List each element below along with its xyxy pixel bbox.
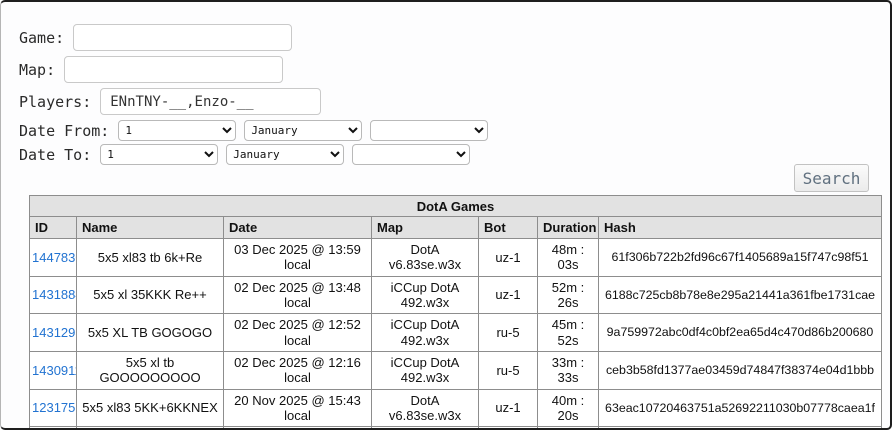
search-button[interactable]: Search (794, 164, 869, 192)
game-hash-cell: ceb3b58fd1377ae03459d74847f38374e04d1bbb (599, 351, 882, 389)
table-row: 1447830 5x5 xl83 tb 6k+Re 03 Dec 2025 @ … (30, 239, 882, 277)
map-field-row: Map: (19, 56, 890, 83)
game-duration-cell: 48m : 03s (538, 239, 599, 277)
col-header-duration: Duration (538, 217, 599, 239)
game-map-cell: iCCup DotA 492.w3x (372, 314, 479, 352)
date-to-month-select[interactable]: January (226, 144, 344, 165)
game-id-link[interactable]: 1430911 (32, 363, 77, 378)
date-from-day-select[interactable]: 1 (118, 120, 236, 141)
game-bot-cell: uz-1 (479, 389, 538, 427)
game-hash-cell: 61f306b722b2fd96c67f1405689a15f747c98f51 (599, 239, 882, 277)
table-title-row: DotA Games (30, 196, 882, 217)
game-input[interactable] (73, 24, 292, 51)
date-to-row: Date To: 1 January (19, 144, 890, 165)
search-form: Game: Map: Players: Date From: 1 January… (1, 2, 890, 430)
map-label: Map: (19, 61, 55, 79)
game-field-row: Game: (19, 24, 890, 51)
game-name-cell: 5x5 xl83 5KK+6KKNEX (77, 389, 224, 427)
game-id-link[interactable]: 1431884 (32, 287, 77, 302)
game-id-link[interactable]: 1447830 (32, 250, 77, 265)
game-date-cell: 20 Nov 2025 @ 15:43 local (224, 389, 372, 427)
map-input[interactable] (64, 56, 283, 83)
search-button-row: Search (1, 164, 869, 192)
game-duration-cell: 33m : 33s (538, 351, 599, 389)
table-row: 1431884 5x5 xl 35KKK Re++ 02 Dec 2025 @ … (30, 276, 882, 314)
game-label: Game: (19, 29, 64, 47)
game-id-link[interactable]: 1231752 (32, 400, 77, 415)
game-date-cell: 02 Dec 2025 @ 12:16 local (224, 351, 372, 389)
game-date-cell: 02 Dec 2025 @ 12:52 local (224, 314, 372, 352)
games-table: DotA Games ID Name Date Map Bot Duration… (29, 195, 882, 430)
game-map-cell: DotA v6.83se.w3x (372, 239, 479, 277)
players-field-row: Players: (19, 88, 890, 115)
date-to-label: Date To: (19, 146, 91, 164)
game-hash-cell: 9a759972abc0df4c0bf2ea65d4c470d86b200680 (599, 314, 882, 352)
game-hash-cell: 63eac10720463751a52692211030b07778caea1f (599, 389, 882, 427)
game-duration-cell: 45m : 52s (538, 314, 599, 352)
players-input[interactable] (100, 88, 321, 115)
game-map-cell: DotA v6.83se.w3x (372, 389, 479, 427)
game-name-cell: 5x5 XL TB GOGOGO (77, 314, 224, 352)
col-header-hash: Hash (599, 217, 882, 239)
game-date-cell: 03 Dec 2025 @ 13:59 local (224, 239, 372, 277)
game-id-cell: 1430911 (30, 351, 77, 389)
game-id-cell: 1431884 (30, 276, 77, 314)
game-id-cell: 1447830 (30, 239, 77, 277)
game-bot-cell: uz-1 (479, 276, 538, 314)
date-from-month-select[interactable]: January (244, 120, 362, 141)
game-hash-cell: 6188c725cb8b78e8e295a21441a361fbe1731cae (599, 276, 882, 314)
game-bot-cell: ru-5 (479, 351, 538, 389)
game-id-link[interactable]: 1431293 (32, 325, 77, 340)
col-header-date: Date (224, 217, 372, 239)
col-header-bot: Bot (479, 217, 538, 239)
date-to-year-select[interactable] (352, 144, 470, 165)
game-bot-cell: ru-5 (479, 314, 538, 352)
game-bot-cell: uz-1 (479, 239, 538, 277)
date-to-day-select[interactable]: 1 (100, 144, 218, 165)
date-from-year-select[interactable] (370, 120, 488, 141)
table-row: 1231752 5x5 xl83 5KK+6KKNEX 20 Nov 2025 … (30, 389, 882, 427)
game-name-cell: 5x5 xl tb GOOOOOOOOO (77, 351, 224, 389)
game-duration-cell: 52m : 26s (538, 276, 599, 314)
game-name-cell: 5x5 xl 35KKK Re++ (77, 276, 224, 314)
col-header-name: Name (77, 217, 224, 239)
table-title: DotA Games (30, 196, 882, 217)
game-id-cell: 1231752 (30, 389, 77, 427)
game-duration-cell: 40m : 20s (538, 389, 599, 427)
game-map-cell: iCCup DotA 492.w3x (372, 276, 479, 314)
game-name-cell: 5x5 xl83 tb 6k+Re (77, 239, 224, 277)
game-id-cell: 1431293 (30, 314, 77, 352)
app-window: Game: Map: Players: Date From: 1 January… (0, 0, 892, 430)
col-header-id: ID (30, 217, 77, 239)
game-date-cell: 02 Dec 2025 @ 13:48 local (224, 276, 372, 314)
players-label: Players: (19, 93, 91, 111)
games-table-body: 1447830 5x5 xl83 tb 6k+Re 03 Dec 2025 @ … (30, 239, 882, 430)
table-row: 1430911 5x5 xl tb GOOOOOOOOO 02 Dec 2025… (30, 351, 882, 389)
table-header-row: ID Name Date Map Bot Duration Hash (30, 217, 882, 239)
game-map-cell: iCCup DotA 492.w3x (372, 351, 479, 389)
date-from-label: Date From: (19, 122, 109, 140)
table-row: 1431293 5x5 XL TB GOGOGO 02 Dec 2025 @ 1… (30, 314, 882, 352)
date-from-row: Date From: 1 January (19, 120, 890, 141)
col-header-map: Map (372, 217, 479, 239)
